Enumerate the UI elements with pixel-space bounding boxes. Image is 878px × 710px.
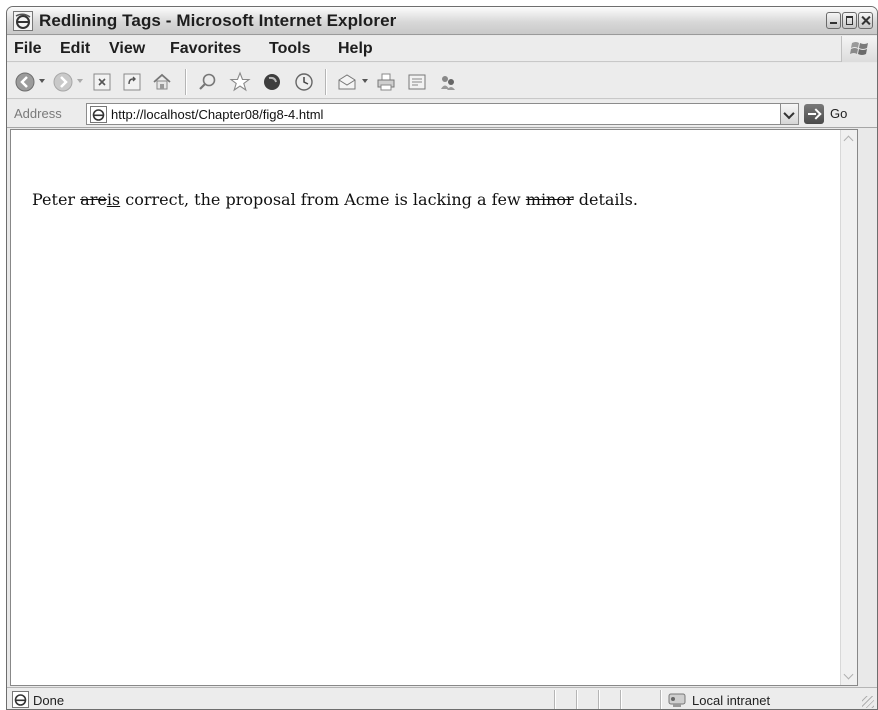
status-panel bbox=[554, 690, 576, 709]
menu-bar: File Edit View Favorites Tools Help bbox=[7, 36, 877, 62]
go-label: Go bbox=[830, 106, 848, 121]
menu-favorites[interactable]: Favorites bbox=[170, 40, 241, 58]
resize-grip[interactable] bbox=[862, 696, 874, 708]
favorites-icon[interactable] bbox=[229, 71, 251, 93]
caption-buttons bbox=[826, 12, 873, 29]
media-icon[interactable] bbox=[261, 71, 283, 93]
window-title: Redlining Tags - Microsoft Internet Expl… bbox=[39, 11, 397, 30]
title-bar[interactable]: Redlining Tags - Microsoft Internet Expl… bbox=[7, 7, 877, 35]
status-panel bbox=[576, 690, 598, 709]
menu-edit[interactable]: Edit bbox=[60, 40, 90, 58]
menu-file[interactable]: File bbox=[14, 40, 42, 58]
menu-help[interactable]: Help bbox=[338, 40, 373, 58]
search-icon[interactable] bbox=[197, 71, 219, 93]
deleted-text: are bbox=[80, 190, 107, 209]
address-dropdown-button[interactable] bbox=[780, 104, 798, 124]
back-icon[interactable] bbox=[14, 71, 36, 93]
address-bar: Address http://localhost/Chapter08/fig8-… bbox=[7, 100, 877, 128]
messenger-icon[interactable] bbox=[437, 71, 459, 93]
edit-icon[interactable] bbox=[406, 71, 428, 93]
minimize-button[interactable] bbox=[826, 12, 841, 29]
close-button[interactable] bbox=[858, 12, 873, 29]
history-icon[interactable] bbox=[293, 71, 315, 93]
address-label: Address bbox=[14, 106, 62, 121]
print-icon[interactable] bbox=[375, 71, 397, 93]
text-before: Peter bbox=[32, 190, 81, 209]
scroll-down-button[interactable] bbox=[841, 668, 857, 685]
mail-icon[interactable] bbox=[336, 71, 358, 93]
document-paragraph: Peter areis correct, the proposal from A… bbox=[32, 190, 638, 209]
home-icon[interactable] bbox=[151, 71, 173, 93]
status-text: Done bbox=[33, 693, 65, 708]
windows-logo-icon bbox=[841, 36, 877, 62]
zone-text: Local intranet bbox=[692, 693, 771, 708]
refresh-icon[interactable] bbox=[121, 71, 143, 93]
local-intranet-icon bbox=[668, 693, 686, 707]
status-panel bbox=[620, 690, 660, 709]
browser-window: Redlining Tags - Microsoft Internet Expl… bbox=[6, 6, 878, 710]
status-panel bbox=[598, 690, 620, 709]
status-bar: Done Local intranet bbox=[7, 687, 877, 709]
page-content[interactable]: Peter areis correct, the proposal from A… bbox=[10, 129, 858, 686]
back-dropdown-icon[interactable] bbox=[39, 79, 45, 83]
toolbar-separator bbox=[185, 69, 186, 95]
deleted-text: minor bbox=[525, 190, 574, 209]
toolbar bbox=[7, 63, 877, 99]
page-icon bbox=[12, 691, 29, 708]
go-arrow-icon bbox=[804, 104, 824, 124]
inserted-text: is bbox=[106, 190, 121, 209]
menu-view[interactable]: View bbox=[109, 40, 145, 58]
page-icon bbox=[90, 106, 107, 123]
scroll-up-button[interactable] bbox=[841, 130, 857, 147]
text-after: details. bbox=[573, 190, 638, 209]
address-input[interactable]: http://localhost/Chapter08/fig8-4.html bbox=[86, 103, 799, 125]
toolbar-separator bbox=[325, 69, 326, 95]
stop-icon[interactable] bbox=[91, 71, 113, 93]
mail-dropdown-icon[interactable] bbox=[362, 79, 368, 83]
menu-tools[interactable]: Tools bbox=[269, 40, 310, 58]
maximize-button[interactable] bbox=[842, 12, 857, 29]
address-url: http://localhost/Chapter08/fig8-4.html bbox=[111, 107, 324, 122]
go-button[interactable]: Go bbox=[804, 104, 860, 124]
forward-dropdown-icon[interactable] bbox=[77, 79, 83, 83]
forward-icon[interactable] bbox=[52, 71, 74, 93]
ie-logo-icon bbox=[13, 11, 33, 31]
vertical-scrollbar[interactable] bbox=[840, 130, 857, 685]
text-middle: correct, the proposal from Acme is lacki… bbox=[120, 190, 526, 209]
